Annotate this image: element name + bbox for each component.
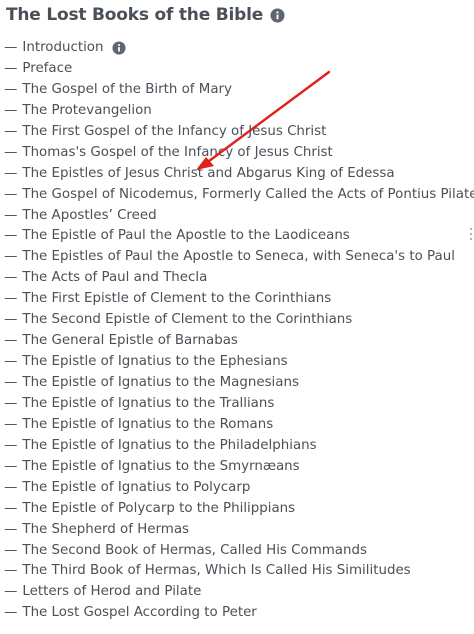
toc-item: — Introduction [4, 38, 474, 59]
table-of-contents: — Introduction — Preface — The Gospel of the … [4, 38, 474, 624]
toc-link[interactable]: The Epistle of Ignatius to the Magnesian… [22, 373, 299, 394]
toc-item: — The Epistle of Ignatius to the Romans [4, 415, 474, 436]
toc-dash: — [4, 375, 18, 390]
toc-link[interactable]: The Second Book of Hermas, Called His Co… [22, 541, 367, 562]
toc-item: — The Second Book of Hermas, Called His C… [4, 541, 474, 562]
toc-item: — The Epistles of Jesus Christ and Abgaru… [4, 164, 474, 185]
toc-link[interactable]: The Epistles of Paul the Apostle to Sene… [22, 247, 455, 268]
toc-dash: — [4, 584, 18, 600]
toc-dash: — [4, 395, 18, 411]
toc-link[interactable]: The Gospel of the Birth of Mary [22, 80, 232, 101]
toc-item: — The Apostles’ Creed [4, 206, 474, 227]
toc-dash: — [4, 40, 18, 55]
header: The Lost Books of the Bible [6, 3, 285, 27]
toc-item: — The Acts of Paul and Thecla [4, 268, 474, 289]
toc-link[interactable]: Introduction [22, 38, 103, 59]
toc-item: — The Epistles of Paul the Apostle to Sen… [4, 247, 474, 268]
toc-dash: — [4, 521, 18, 537]
info-icon[interactable] [112, 41, 127, 56]
toc-link[interactable]: The First Gospel of the Infancy of Jesus… [22, 122, 326, 143]
toc-link[interactable]: The Epistle of Ignatius to the Romans [22, 415, 273, 436]
toc-link[interactable]: The Epistle of Ignatius to the Smyrnæans [22, 457, 299, 478]
toc-item: — The First Epistle of Clement to the Cor… [4, 289, 474, 310]
toc-dash: — [4, 354, 18, 370]
toc-link[interactable]: The Epistle of Ignatius to the Ephesians [22, 352, 287, 373]
toc-item: — The Epistle of Ignatius to the Magnesia… [4, 373, 474, 394]
toc-link[interactable]: The Epistle of Ignatius to the Philadelp… [22, 436, 316, 457]
toc-link[interactable]: The Epistles of Jesus Christ and Abgarus… [22, 164, 394, 185]
toc-link[interactable]: Preface [22, 59, 72, 80]
toc-link[interactable]: The Acts of Paul and Thecla [22, 268, 207, 289]
toc-item: — Preface [4, 59, 474, 80]
toc-dash: — [4, 312, 18, 328]
toc-dash: — [4, 270, 18, 286]
toc-link[interactable]: The Third Book of Hermas, Which Is Calle… [22, 561, 410, 582]
toc-link[interactable]: Letters of Herod and Pilate [22, 582, 201, 603]
toc-dash: — [4, 542, 18, 558]
toc-item: — The Epistle of Ignatius to the Philadel… [4, 436, 474, 457]
toc-item: — The Gospel of Nicodemus, Formerly Calle… [4, 185, 474, 206]
toc-dash: — [4, 437, 18, 453]
toc-item: — The Gospel of the Birth of Mary [4, 80, 474, 101]
toc-link[interactable]: The Epistle of Ignatius to Polycarp [22, 478, 250, 499]
toc-item: — The Epistle of Paul the Apostle to the … [4, 226, 474, 247]
toc-dash: — [4, 186, 18, 202]
toc-link[interactable]: Thomas's Gospel of the Infancy of Jesus … [22, 143, 332, 164]
toc-dash: — [4, 291, 18, 307]
toc-dash: — [4, 416, 18, 432]
toc-item: — The Epistle of Polycarp to the Philippi… [4, 499, 474, 520]
toc-dash: — [4, 60, 18, 76]
toc-item: — The Epistle of Ignatius to Polycarp [4, 478, 474, 499]
info-icon[interactable] [270, 7, 285, 23]
toc-dash: — [4, 165, 18, 181]
toc-item: — The Epistle of Ignatius to the Smyrnæan… [4, 457, 474, 478]
toc-item: — Letters of Herod and Pilate [4, 582, 474, 603]
toc-link[interactable]: The Shepherd of Hermas [22, 520, 189, 541]
toc-link[interactable]: The Epistle of Ignatius to the Trallians [22, 394, 274, 415]
toc-dash: — [4, 500, 18, 516]
toc-dash: — [4, 102, 18, 118]
toc-dash: — [4, 458, 18, 474]
toc-link[interactable]: The General Epistle of Barnabas [22, 331, 238, 352]
toc-link[interactable]: The Apostles’ Creed [22, 206, 156, 227]
toc-dash: — [4, 605, 18, 621]
toc-item: — The Shepherd of Hermas [4, 520, 474, 541]
toc-item: — Thomas's Gospel of the Infancy of Jesus… [4, 143, 474, 164]
toc-link[interactable]: The Lost Gospel According to Peter [22, 603, 256, 624]
toc-link[interactable]: The Protevangelion [22, 101, 151, 122]
toc-dash: — [4, 81, 18, 97]
toc-dash: — [4, 563, 18, 579]
toc-link[interactable]: The Second Epistle of Clement to the Cor… [22, 310, 352, 331]
toc-link[interactable]: The First Epistle of Clement to the Cori… [22, 289, 331, 310]
page-title: The Lost Books of the Bible [6, 5, 264, 25]
toc-item: — The Epistle of Ignatius to the Ephesian… [4, 352, 474, 373]
scrollbar-handle[interactable] [470, 228, 473, 240]
toc-item: — The Epistle of Ignatius to the Trallian… [4, 394, 474, 415]
toc-dash: — [4, 479, 18, 495]
toc-dash: — [4, 333, 18, 349]
toc-item: — The Protevangelion [4, 101, 474, 122]
toc-dash: — [4, 249, 18, 265]
toc-item: — The General Epistle of Barnabas [4, 331, 474, 352]
toc-item: — The Third Book of Hermas, Which Is Call… [4, 561, 474, 582]
toc-link[interactable]: The Epistle of Polycarp to the Philippia… [22, 499, 295, 520]
toc-dash: — [4, 123, 18, 139]
toc-link[interactable]: The Epistle of Paul the Apostle to the L… [22, 226, 349, 247]
toc-dash: — [4, 144, 18, 160]
toc-item: — The Lost Gospel According to Peter [4, 603, 474, 624]
toc-item: — The First Gospel of the Infancy of Jesu… [4, 122, 474, 143]
toc-dash: — [4, 228, 18, 244]
toc-item: — The Second Epistle of Clement to the Co… [4, 310, 474, 331]
toc-dash: — [4, 207, 18, 223]
toc-link[interactable]: The Gospel of Nicodemus, Formerly Called… [22, 185, 474, 206]
